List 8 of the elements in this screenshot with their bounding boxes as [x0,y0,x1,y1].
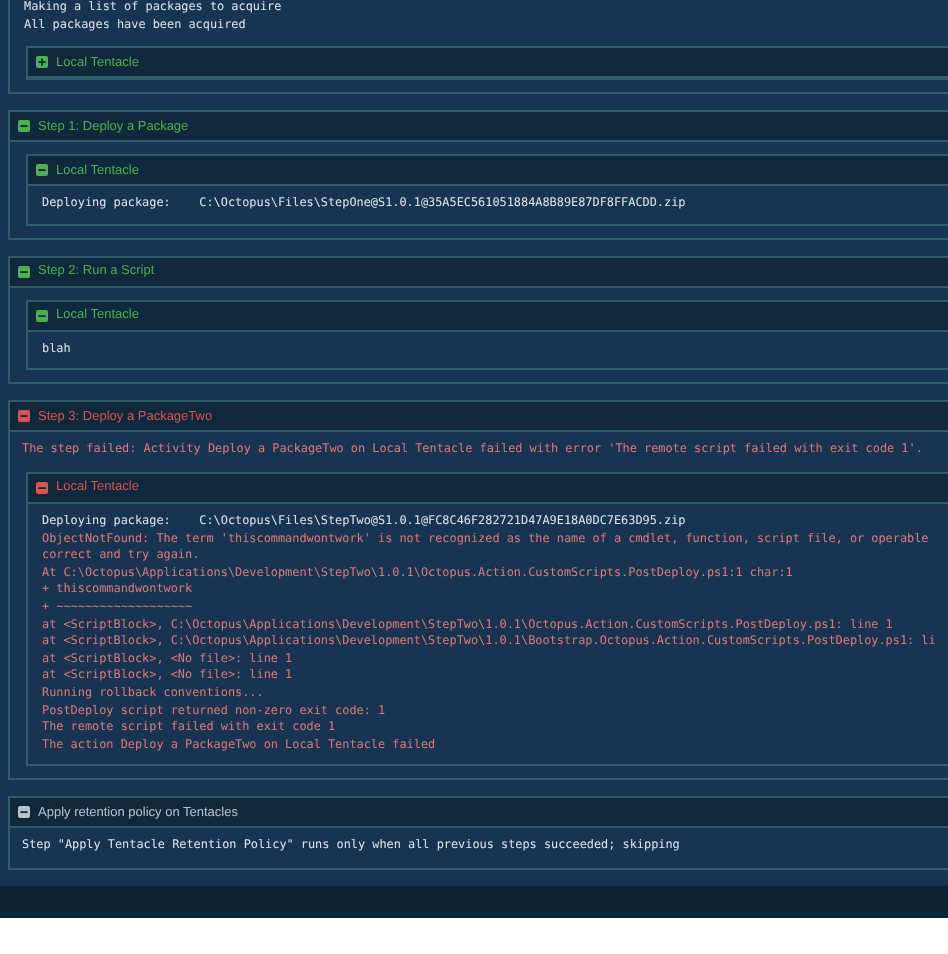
collapse-icon[interactable] [18,410,30,423]
expand-icon[interactable] [36,56,48,69]
collapse-icon[interactable] [18,265,30,278]
collapse-icon[interactable] [36,481,48,494]
collapse-icon[interactable] [18,806,30,819]
collapse-icon[interactable] [18,120,30,133]
collapse-icon[interactable] [36,309,48,322]
collapse-icon[interactable] [36,164,48,177]
